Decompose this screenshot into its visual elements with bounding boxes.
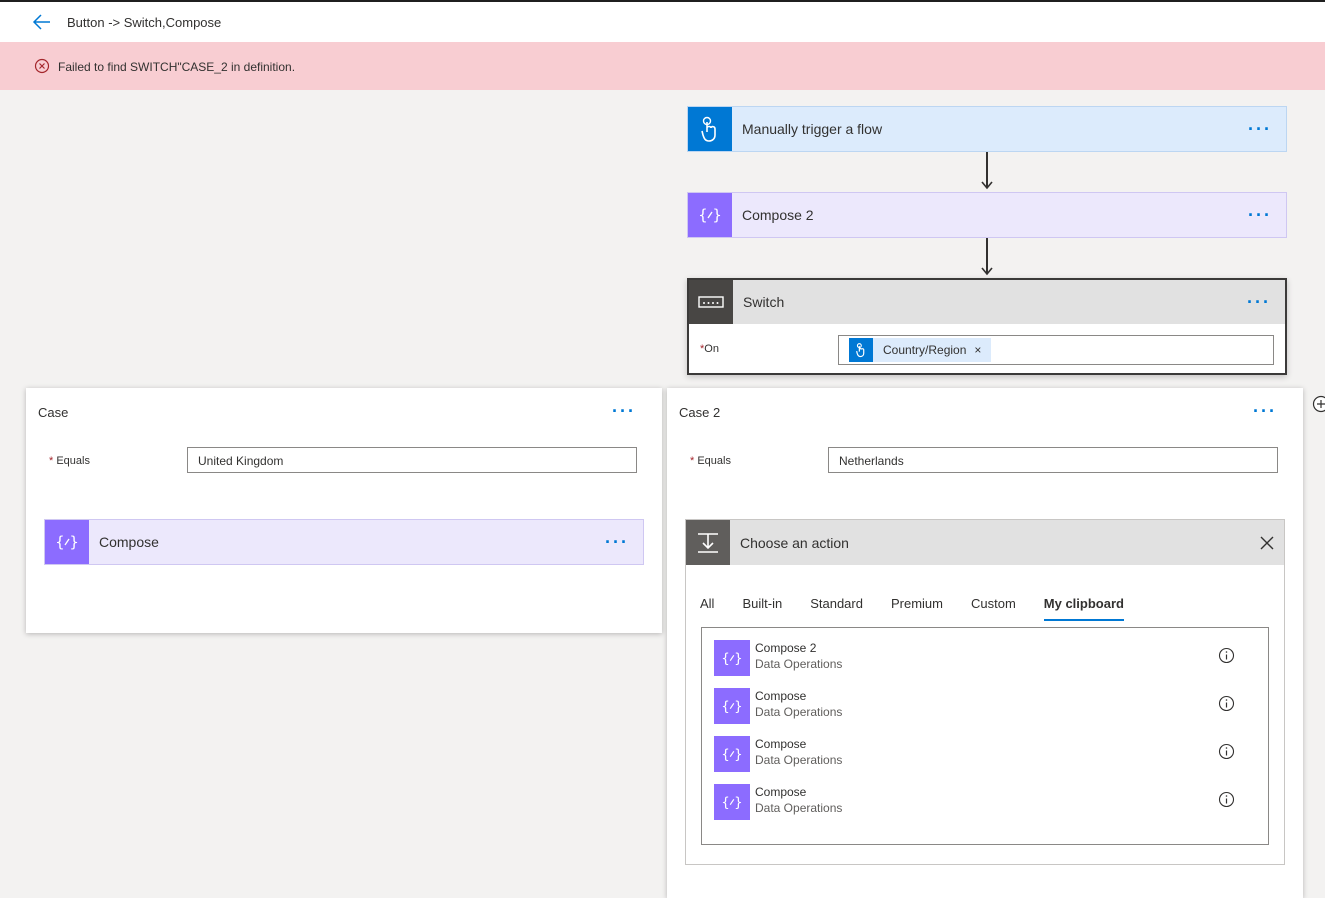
switch-on-input[interactable]: Country/Region × <box>838 335 1274 365</box>
case2-more-button[interactable]: ··· <box>1253 402 1277 420</box>
list-item[interactable]: { } Compose Data Operations <box>714 734 1254 772</box>
switch-more-button[interactable]: ··· <box>1247 293 1271 311</box>
case2-equals-label: * Equals <box>690 455 731 467</box>
country-region-token[interactable]: Country/Region × <box>849 338 991 362</box>
token-tile <box>849 338 873 362</box>
switch-on-label: *On <box>700 343 719 355</box>
compose-tile: { } <box>45 520 89 564</box>
switch-header[interactable]: Switch ··· <box>689 280 1285 324</box>
compose2-card[interactable]: { } Compose 2 ··· <box>687 192 1287 238</box>
compose-tile: { } <box>714 736 750 772</box>
compose2-more-button[interactable]: ··· <box>1248 206 1272 224</box>
insert-action-icon <box>696 532 720 554</box>
arrow-down-icon <box>981 180 993 192</box>
switch-icon <box>698 296 724 308</box>
tab-premium[interactable]: Premium <box>891 596 943 621</box>
error-message: Failed to find SWITCH"CASE_2 in definiti… <box>58 60 295 74</box>
info-icon[interactable] <box>1218 791 1235 808</box>
item-connector: Data Operations <box>755 801 842 815</box>
list-item[interactable]: { } Compose Data Operations <box>714 686 1254 724</box>
info-icon[interactable] <box>1218 647 1235 664</box>
top-bar: Button -> Switch,Compose <box>0 0 1325 42</box>
tab-my-clipboard[interactable]: My clipboard <box>1044 596 1124 621</box>
close-icon[interactable] <box>1260 536 1274 550</box>
tab-standard[interactable]: Standard <box>810 596 863 621</box>
case1-compose-title: Compose <box>99 534 605 550</box>
trigger-tile <box>688 107 732 151</box>
error-circle-x-icon <box>34 58 50 74</box>
item-connector: Data Operations <box>755 705 842 719</box>
clipboard-list: { } Compose 2 Data Operations { } Compos… <box>701 627 1269 845</box>
compose2-title: Compose 2 <box>742 207 1248 223</box>
compose-braces-icon: { } <box>698 205 722 225</box>
case1-equals-label: * Equals <box>49 455 90 467</box>
token-label: Country/Region <box>883 343 966 357</box>
trigger-card[interactable]: Manually trigger a flow ··· <box>687 106 1287 152</box>
switch-card[interactable]: Switch ··· *On Country/Region × <box>687 278 1287 375</box>
case2-equals-input[interactable]: Netherlands <box>828 447 1278 473</box>
token-remove-icon[interactable]: × <box>974 343 981 357</box>
case1-compose-card[interactable]: { } Compose ··· <box>44 519 644 565</box>
item-connector: Data Operations <box>755 753 842 767</box>
compose-tile: { } <box>714 688 750 724</box>
tab-all[interactable]: All <box>700 596 714 621</box>
choose-action-title: Choose an action <box>740 535 1260 551</box>
item-name: Compose <box>755 737 806 751</box>
info-icon[interactable] <box>1218 743 1235 760</box>
case2-title: Case 2 <box>679 405 720 420</box>
add-case-plus-icon[interactable] <box>1312 395 1325 413</box>
case1-title: Case <box>38 405 68 420</box>
compose-braces-icon: { } <box>721 793 743 811</box>
info-icon[interactable] <box>1218 695 1235 712</box>
trigger-title: Manually trigger a flow <box>742 121 1248 137</box>
tab-built-in[interactable]: Built-in <box>742 596 782 621</box>
case1-compose-more-button[interactable]: ··· <box>605 533 629 551</box>
compose-braces-icon: { } <box>721 697 743 715</box>
trigger-more-button[interactable]: ··· <box>1248 120 1272 138</box>
item-name: Compose 2 <box>755 641 816 655</box>
compose-braces-icon: { } <box>55 532 79 552</box>
choose-action-panel: Choose an action All Built-in Standard P… <box>685 519 1285 865</box>
case1-more-button[interactable]: ··· <box>612 402 636 420</box>
arrow-down-icon <box>981 266 993 278</box>
connector-tabs: All Built-in Standard Premium Custom My … <box>700 596 1152 621</box>
compose-tile: { } <box>714 784 750 820</box>
list-item[interactable]: { } Compose Data Operations <box>714 782 1254 820</box>
compose-braces-icon: { } <box>721 745 743 763</box>
case1-equals-input[interactable]: United Kingdom <box>187 447 637 473</box>
switch-tile <box>689 280 733 324</box>
back-arrow-icon[interactable] <box>32 12 52 32</box>
compose-braces-icon: { } <box>721 649 743 667</box>
list-item[interactable]: { } Compose 2 Data Operations <box>714 638 1254 676</box>
item-connector: Data Operations <box>755 657 842 671</box>
flow-title: Button -> Switch,Compose <box>67 15 221 30</box>
item-name: Compose <box>755 785 806 799</box>
tab-custom[interactable]: Custom <box>971 596 1016 621</box>
hand-touch-icon <box>855 342 867 358</box>
switch-title: Switch <box>743 294 1247 310</box>
chooser-tile <box>686 520 730 565</box>
case1-panel: Case ··· * Equals United Kingdom { } Com… <box>26 388 662 633</box>
compose-tile: { } <box>714 640 750 676</box>
choose-action-header: Choose an action <box>686 520 1284 565</box>
compose2-tile: { } <box>688 193 732 237</box>
item-name: Compose <box>755 689 806 703</box>
hand-touch-icon <box>699 116 721 142</box>
